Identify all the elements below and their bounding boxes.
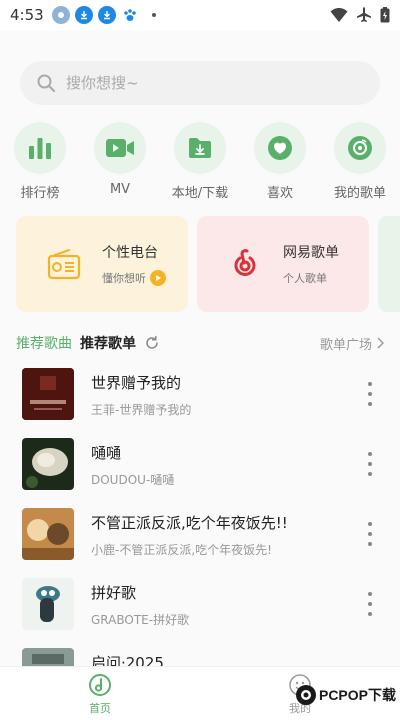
search-input[interactable] (66, 74, 346, 92)
pcpop-logo-icon (295, 685, 316, 705)
playlist-plaza-link[interactable]: 歌单广场 (320, 334, 384, 353)
quick-label: 喜欢 (266, 186, 293, 201)
quick-label: 我的歌单 (333, 186, 386, 201)
netease-card-subtitle: 个人歌单 (283, 272, 327, 285)
quick-item-favorites[interactable]: 喜欢 (240, 122, 320, 201)
more-options-icon[interactable] (366, 522, 374, 546)
video-icon (106, 139, 134, 157)
netease-music-icon (234, 249, 256, 276)
playlist-plaza-label: 歌单广场 (319, 337, 372, 353)
chevron-right-icon (377, 337, 384, 349)
quick-item-my-playlists[interactable]: 我的歌单 (320, 122, 400, 201)
home-disc-icon (89, 674, 111, 696)
song-title: 世界赠予我的 (91, 374, 182, 392)
song-cover (22, 578, 74, 630)
download-notification-icon-2 (97, 6, 116, 24)
netease-card-title: 网易歌单 (283, 245, 339, 261)
battery-icon (380, 7, 390, 23)
refresh-icon[interactable] (144, 335, 160, 351)
section-tabs: 推荐歌曲 推荐歌单 歌单广场 (16, 331, 384, 355)
song-row[interactable]: 嗵嗵 DOUDOU-嗵嗵 (0, 438, 400, 494)
heart-icon (268, 136, 292, 160)
song-subtitle: DOUDOU-嗵嗵 (91, 473, 175, 487)
status-bar: 4:53 (0, 0, 400, 30)
song-cover (22, 438, 74, 490)
song-row[interactable]: 世界赠予我的 王菲-世界赠予我的 (0, 368, 400, 424)
song-row[interactable]: 拼好歌 GRABOTE-拼好歌 (0, 578, 400, 634)
quick-label: 排行榜 (20, 186, 60, 201)
song-cover (22, 508, 74, 560)
nav-home-label: 首页 (89, 702, 111, 715)
song-subtitle: 王菲-世界赠予我的 (91, 403, 192, 417)
radio-card-subtitle: 懂你想听 (102, 272, 146, 285)
wifi-icon (330, 8, 348, 22)
download-notification-icon (74, 6, 93, 24)
song-title: 嗵嗵 (91, 444, 122, 462)
more-options-icon[interactable] (366, 382, 374, 406)
paw-notification-icon (121, 6, 139, 24)
song-title: 不管正派反派,吃个年夜饭先!! (91, 514, 288, 532)
disc-icon (348, 136, 372, 160)
song-row[interactable]: 不管正派反派,吃个年夜饭先!! 小鹿-不管正派反派,吃个年夜饭先! (0, 508, 400, 564)
song-subtitle: GRABOTE-拼好歌 (91, 613, 190, 627)
netease-playlist-card[interactable]: 网易歌单 个人歌单 (197, 216, 369, 312)
pcpop-watermark-text: PCPOP下载 (318, 687, 396, 703)
nav-home[interactable]: 首页 (60, 673, 140, 716)
notification-app-icon (51, 6, 70, 24)
quick-item-mv[interactable]: MV (80, 122, 160, 197)
song-subtitle: 小鹿-不管正派反派,吃个年夜饭先! (91, 543, 272, 557)
airplane-mode-icon (357, 7, 371, 22)
quick-item-ranking[interactable]: 排行榜 (0, 122, 80, 201)
radio-card-title: 个性电台 (102, 245, 158, 261)
song-title: 拼好歌 (91, 584, 137, 602)
play-icon[interactable] (150, 270, 166, 286)
radio-icon (47, 249, 81, 280)
more-notifications-icon (151, 13, 156, 17)
quick-label: 本地/下载 (171, 186, 229, 201)
download-folder-icon (189, 138, 211, 158)
tab-recommended-songs[interactable]: 推荐歌曲 (16, 333, 72, 353)
pcpop-watermark: PCPOP下载 (295, 684, 396, 706)
bar-chart-icon (29, 138, 51, 159)
personal-radio-card[interactable]: 个性电台 懂你想听 (16, 216, 188, 312)
next-card-peek[interactable] (378, 216, 400, 312)
status-time: 4:53 (10, 6, 44, 24)
more-options-icon[interactable] (366, 592, 374, 616)
search-bar[interactable] (20, 61, 380, 105)
tab-recommended-playlists[interactable]: 推荐歌单 (80, 333, 136, 353)
song-cover (22, 368, 74, 420)
more-options-icon[interactable] (366, 452, 374, 476)
quick-label: MV (109, 182, 131, 197)
quick-entry-row: 排行榜 MV 本地/下载 喜欢 我的歌单 (0, 122, 400, 202)
home-page: 排行榜 MV 本地/下载 喜欢 我的歌单 (0, 30, 400, 700)
search-icon (37, 74, 56, 93)
quick-item-local-download[interactable]: 本地/下载 (160, 122, 240, 201)
